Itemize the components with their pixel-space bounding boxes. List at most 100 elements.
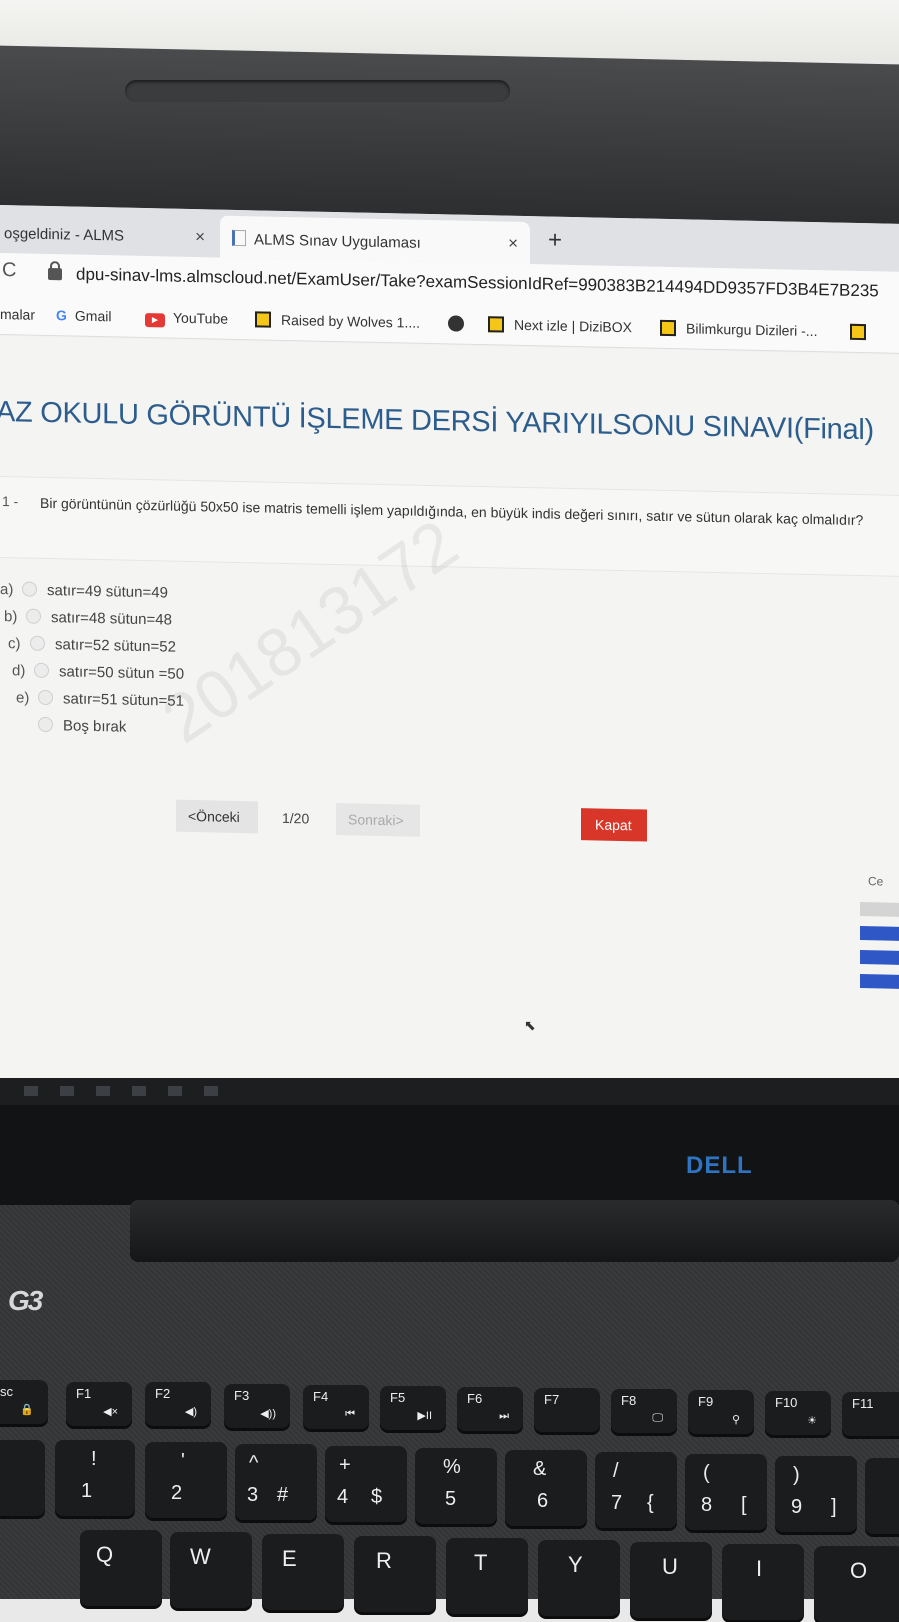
question-nav-cell[interactable] — [860, 926, 899, 941]
bookmark-raised-by-wolves[interactable]: Raised by Wolves 1.... — [255, 311, 420, 330]
key-f2[interactable]: F2 ◀) — [145, 1382, 211, 1426]
key-f8[interactable]: F8🖵 — [611, 1389, 677, 1433]
key-label: F7 — [544, 1392, 559, 1407]
bookmark-globe[interactable] — [448, 315, 474, 332]
bookmark-more[interactable] — [850, 324, 876, 341]
key-5[interactable]: %5 — [415, 1448, 497, 1524]
key-8[interactable]: (8[ — [685, 1454, 767, 1530]
key-label: F2 — [155, 1386, 170, 1401]
option-b[interactable]: b)satır=48 sütun=48 — [4, 608, 172, 634]
windows-taskbar — [0, 1078, 899, 1106]
key-i[interactable]: I — [722, 1544, 804, 1620]
mouse-cursor-icon: ⬉ — [524, 1017, 536, 1034]
screen: oşgeldiniz - ALMS × ALMS Sınav Uygulamas… — [0, 205, 899, 1129]
option-c[interactable]: c)satır=52 sütun=52 — [8, 635, 176, 661]
bookmark-apps[interactable]: malar — [0, 306, 35, 323]
key-1[interactable]: !1 — [55, 1440, 135, 1516]
bookmark-gmail[interactable]: GGmail — [56, 307, 111, 324]
tv-icon — [488, 316, 504, 332]
key-w[interactable]: W — [170, 1532, 252, 1608]
key-label: 8 — [701, 1494, 712, 1517]
key-3[interactable]: ^3# — [235, 1444, 317, 1520]
key-q[interactable]: Q — [80, 1530, 162, 1606]
taskbar-app-icon[interactable] — [168, 1086, 182, 1096]
key-7[interactable]: /7{ — [595, 1452, 677, 1528]
bookmark-label: Gmail — [75, 308, 112, 325]
key-alt-label: [ — [741, 1494, 747, 1517]
key-f5[interactable]: F5▶II — [380, 1386, 446, 1430]
page-indicator: 1/20 — [282, 802, 309, 835]
option-text: satır=51 sütun=51 — [63, 690, 184, 710]
tab-exam[interactable]: ALMS Sınav Uygulaması × — [220, 216, 530, 264]
key-esc[interactable]: sc🔒 — [0, 1380, 48, 1424]
radio-button[interactable] — [30, 636, 45, 651]
next-button[interactable]: Sonraki> — [336, 803, 420, 837]
key-f9[interactable]: F9⚲ — [688, 1390, 754, 1434]
close-button[interactable]: Kapat — [581, 808, 647, 841]
question-nav-cell[interactable] — [860, 950, 899, 965]
tab-almshome[interactable]: oşgeldiniz - ALMS × — [0, 211, 217, 258]
key-f4[interactable]: F4⏮ — [303, 1385, 369, 1429]
key-9[interactable]: )9] — [775, 1456, 857, 1532]
tab-label: oşgeldiniz - ALMS — [4, 225, 124, 245]
option-a[interactable]: a)satır=49 sütun=49 — [0, 581, 168, 607]
key-label: E — [282, 1546, 297, 1572]
question-nav-cell[interactable] — [860, 974, 899, 989]
taskbar-app-icon[interactable] — [60, 1086, 74, 1096]
display-icon: 🖵 — [652, 1412, 663, 1425]
reload-icon[interactable]: C — [2, 259, 16, 282]
key-f3[interactable]: F3◀)) — [224, 1384, 290, 1428]
key-f10[interactable]: F10☀ — [765, 1391, 831, 1435]
radio-button[interactable] — [34, 663, 49, 678]
screen-bezel-bottom — [0, 1105, 899, 1205]
key-t[interactable]: T — [446, 1538, 528, 1614]
start-icon[interactable] — [24, 1086, 38, 1096]
key-backtick[interactable] — [0, 1440, 45, 1516]
option-d[interactable]: d)satır=50 sütun =50 — [12, 662, 184, 688]
key-label: R — [376, 1548, 392, 1574]
volume-down-icon: ◀) — [185, 1405, 197, 1418]
radio-button[interactable] — [26, 609, 41, 624]
previous-button[interactable]: <Önceki — [176, 800, 258, 834]
option-skip[interactable]: Boş bırak — [16, 716, 126, 740]
screen-bezel-top — [0, 46, 899, 225]
key-f7[interactable]: F7 — [534, 1388, 600, 1432]
close-tab-icon[interactable]: × — [195, 227, 205, 247]
bookmark-youtube[interactable]: ▶YouTube — [145, 309, 228, 329]
question-nav-cell[interactable] — [860, 902, 899, 917]
key-y[interactable]: Y — [538, 1540, 620, 1616]
taskbar-app-icon[interactable] — [96, 1086, 110, 1096]
key-f11[interactable]: F11 — [842, 1392, 899, 1436]
key-f6[interactable]: F6⏭ — [457, 1387, 523, 1431]
option-e[interactable]: e)satır=51 sütun=51 — [16, 689, 184, 715]
key-r[interactable]: R — [354, 1536, 436, 1612]
tv-icon — [660, 320, 676, 336]
key-label: 1 — [81, 1480, 92, 1503]
key-f1[interactable]: F1◀× — [66, 1382, 132, 1426]
key-4[interactable]: +4$ — [325, 1446, 407, 1522]
new-tab-button[interactable]: + — [548, 226, 562, 254]
bookmark-dizibox[interactable]: Next izle | DiziBOX — [488, 316, 632, 335]
key-shift-label: ) — [793, 1464, 800, 1487]
radio-button[interactable] — [22, 581, 37, 596]
close-tab-icon[interactable]: × — [508, 234, 518, 254]
taskbar-app-icon[interactable] — [132, 1086, 146, 1096]
key-o[interactable]: O — [814, 1546, 899, 1622]
key-label: F5 — [390, 1390, 405, 1405]
radio-button[interactable] — [38, 690, 53, 705]
radio-button[interactable] — [38, 717, 53, 732]
lock-icon[interactable] — [48, 268, 62, 280]
option-letter: c) — [8, 635, 30, 652]
url-field[interactable]: dpu-sinav-lms.almscloud.net/ExamUser/Tak… — [76, 265, 879, 302]
key-u[interactable]: U — [630, 1542, 712, 1618]
key-2[interactable]: '2 — [145, 1442, 227, 1518]
bookmark-label: malar — [0, 306, 35, 323]
key-6[interactable]: &6 — [505, 1450, 587, 1526]
key-label: 4 — [337, 1486, 348, 1509]
bookmark-bilimkurgu[interactable]: Bilimkurgu Dizileri -... — [660, 320, 817, 339]
key-label: 6 — [537, 1490, 548, 1513]
taskbar-app-icon[interactable] — [204, 1086, 218, 1096]
key-0[interactable] — [865, 1458, 899, 1534]
key-shift-label: ' — [181, 1450, 185, 1473]
key-label: T — [474, 1550, 487, 1576]
